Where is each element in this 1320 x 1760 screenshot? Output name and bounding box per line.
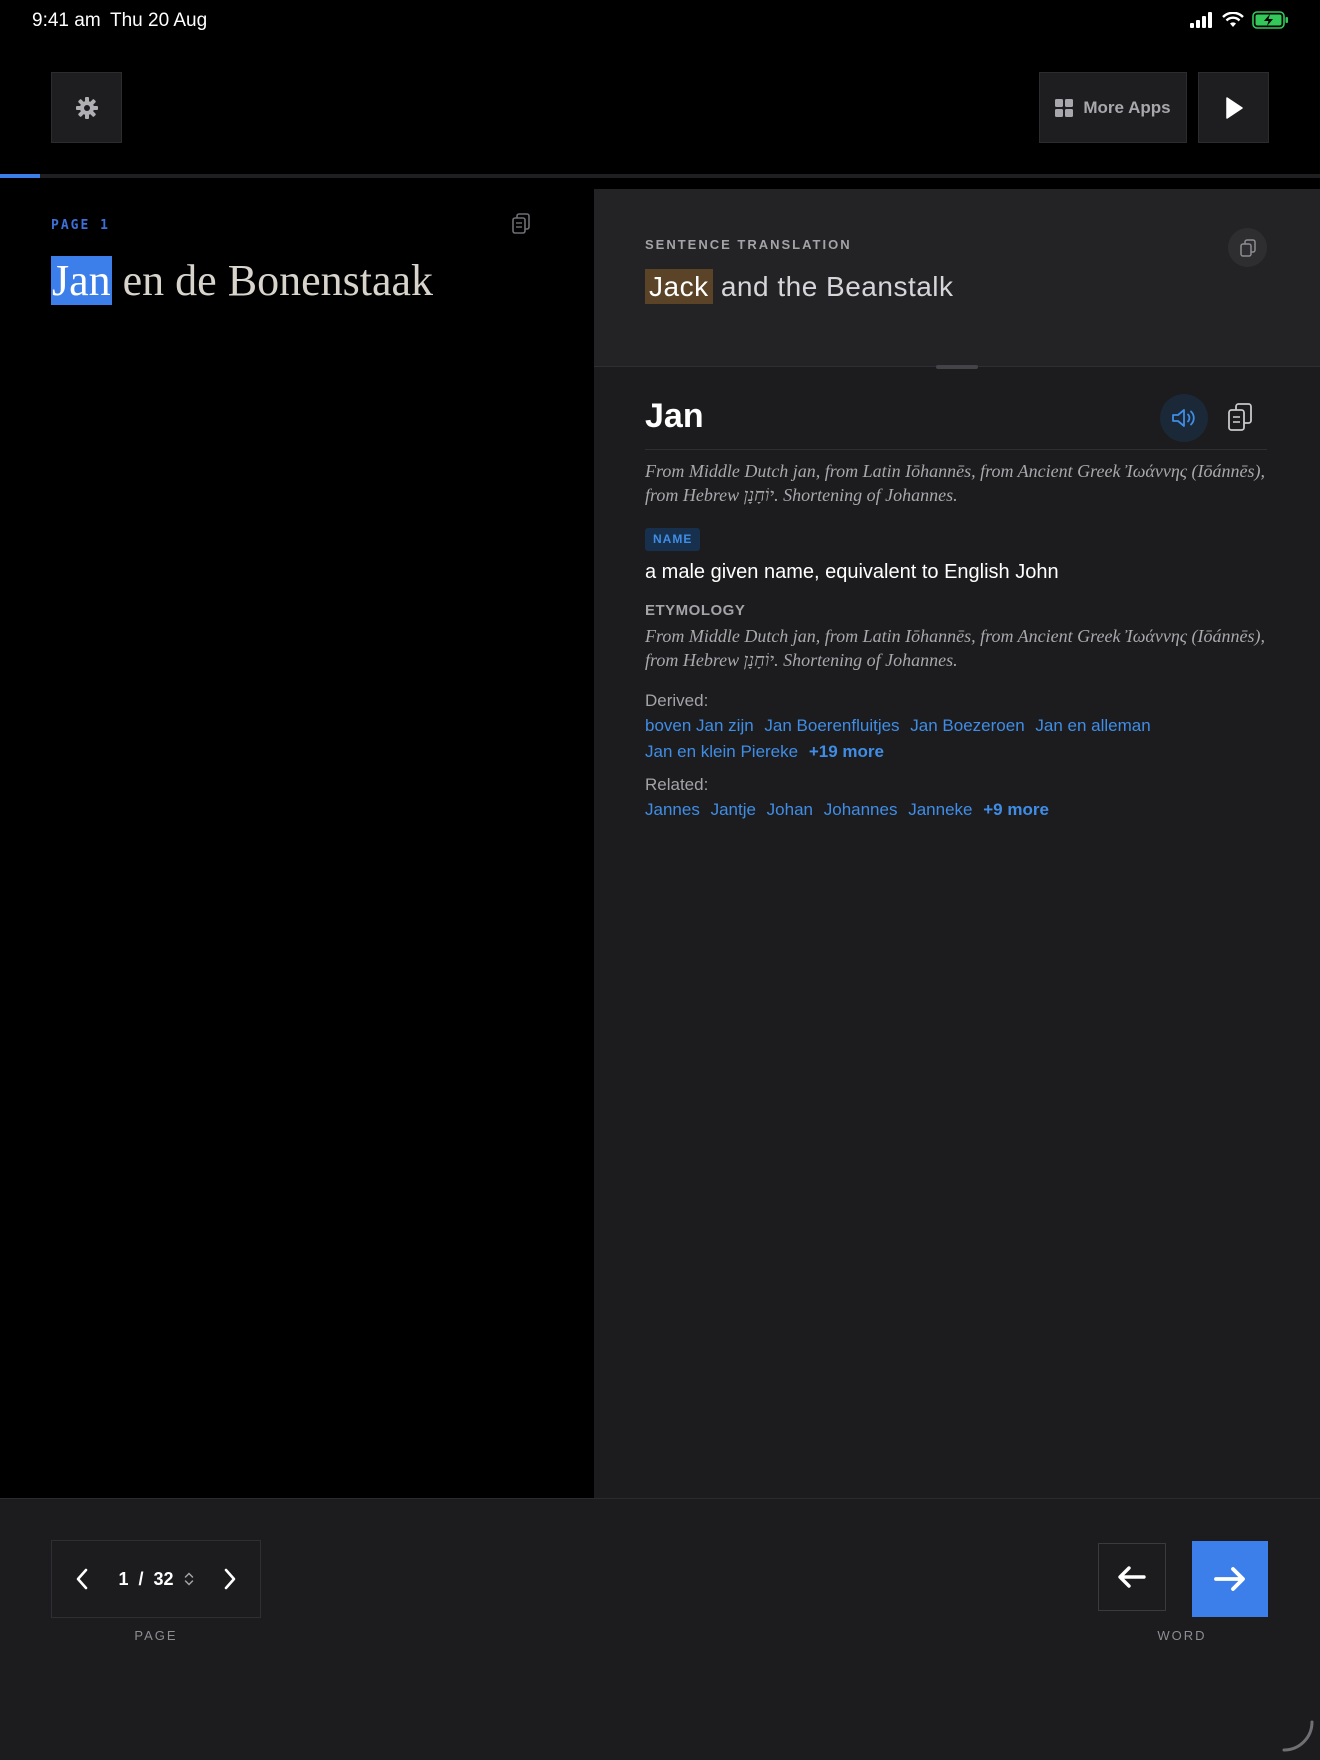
source-sentence-rest[interactable]: en de Bonenstaak xyxy=(112,256,433,305)
related-term-link[interactable]: Johannes xyxy=(824,800,898,819)
grid-icon xyxy=(1055,98,1074,117)
page-selector[interactable]: 1 / 32 xyxy=(112,1569,200,1590)
related-term-link[interactable]: Janneke xyxy=(908,800,972,819)
source-sentence: Jan en de Bonenstaak xyxy=(51,255,433,306)
derived-terms-list: boven Jan zijn Jan Boerenfluitjes Jan Bo… xyxy=(645,713,1285,765)
status-bar: 9:41 am Thu 20 Aug xyxy=(0,0,1320,42)
related-more-link[interactable]: +9 more xyxy=(983,800,1049,819)
source-text-panel: PAGE 1 Jan en de Bonenstaak xyxy=(0,189,594,1498)
play-button[interactable] xyxy=(1198,72,1269,143)
page-label: PAGE 1 xyxy=(51,218,110,233)
gear-icon xyxy=(75,96,98,119)
etymology-summary: From Middle Dutch jan, from Latin Iōhann… xyxy=(645,461,1266,505)
part-of-speech-badge: NAME xyxy=(645,528,701,551)
copy-translation-button[interactable] xyxy=(1228,228,1267,267)
related-label: Related: xyxy=(645,775,709,794)
entry-word: Jan xyxy=(645,397,704,435)
chevron-left-icon xyxy=(76,1568,88,1590)
sort-icon xyxy=(184,1572,193,1586)
translation-sentence: Jack and the Beanstalk xyxy=(645,269,954,304)
sentence-translation-card: SENTENCE TRANSLATION Jack and the Beanst… xyxy=(594,189,1320,367)
status-icons xyxy=(1190,11,1290,29)
etymology-heading: ETYMOLOGY xyxy=(645,602,746,619)
copy-icon xyxy=(1228,403,1252,431)
definition-text: a male given name, equivalent to English… xyxy=(645,561,1059,583)
reading-progress-bar xyxy=(0,174,1320,178)
related-terms-list: Jannes Jantje Johan Johannes Janneke +9 … xyxy=(645,797,1285,823)
arrow-left-icon xyxy=(1118,1566,1146,1588)
page-separator: / xyxy=(138,1568,144,1589)
related-term-link[interactable]: Jantje xyxy=(711,800,756,819)
derived-term-link[interactable]: boven Jan zijn xyxy=(645,716,754,735)
copy-page-button[interactable] xyxy=(511,213,531,240)
derived-label: Derived: xyxy=(645,691,709,710)
derived-term-link[interactable]: Jan Boezeroen xyxy=(910,716,1024,735)
entry-divider xyxy=(645,449,1267,450)
battery-charging-icon xyxy=(1252,11,1288,29)
current-page-number: 1 xyxy=(118,1568,129,1589)
pronounce-button[interactable] xyxy=(1160,394,1208,442)
previous-word-button[interactable] xyxy=(1098,1543,1166,1611)
play-icon xyxy=(1225,96,1243,119)
dictionary-panel: SENTENCE TRANSLATION Jack and the Beanst… xyxy=(594,189,1320,1498)
status-time: 9:41 am xyxy=(32,10,101,31)
next-word-button[interactable] xyxy=(1192,1541,1268,1617)
derived-term-link[interactable]: Jan Boerenfluitjes xyxy=(764,716,899,735)
derived-more-link[interactable]: +19 more xyxy=(809,742,884,761)
derived-term-link[interactable]: Jan en klein Piereke xyxy=(645,742,798,761)
speaker-icon xyxy=(1172,409,1195,427)
chevron-right-icon xyxy=(224,1568,236,1590)
status-date: Thu 20 Aug xyxy=(110,10,208,31)
related-term-link[interactable]: Jannes xyxy=(645,800,700,819)
derived-term-link[interactable]: Jan en alleman xyxy=(1035,716,1150,735)
translation-sentence-rest: and the Beanstalk xyxy=(712,271,954,302)
wifi-icon xyxy=(1222,12,1244,27)
bottom-navigation-bar: 1 / 32 PAGE WORD xyxy=(0,1498,1320,1760)
page-caption: PAGE xyxy=(134,1628,178,1643)
source-word-selected[interactable]: Jan xyxy=(51,256,112,305)
previous-page-button[interactable] xyxy=(52,1541,112,1617)
copy-icon xyxy=(512,213,530,234)
next-page-button[interactable] xyxy=(200,1541,260,1617)
arrow-right-icon xyxy=(1214,1567,1245,1591)
settings-button[interactable] xyxy=(51,72,122,143)
signal-icon xyxy=(1190,12,1212,28)
more-apps-label: More Apps xyxy=(1083,97,1171,117)
word-caption: WORD xyxy=(1157,1628,1207,1643)
page-pager: 1 / 32 xyxy=(51,1540,261,1618)
total-pages: 32 xyxy=(153,1568,174,1589)
copy-word-button[interactable] xyxy=(1222,399,1258,435)
copy-icon xyxy=(1239,238,1256,257)
panel-drag-handle[interactable] xyxy=(936,365,978,369)
corner-resize-indicator xyxy=(1282,1720,1314,1752)
sentence-translation-label: SENTENCE TRANSLATION xyxy=(645,237,852,252)
reading-progress-fill xyxy=(0,174,40,178)
etymology-text: From Middle Dutch jan, from Latin Iōhann… xyxy=(645,626,1266,670)
translation-word-highlight: Jack xyxy=(645,269,713,304)
more-apps-button[interactable]: More Apps xyxy=(1039,72,1187,143)
related-term-link[interactable]: Johan xyxy=(767,800,813,819)
